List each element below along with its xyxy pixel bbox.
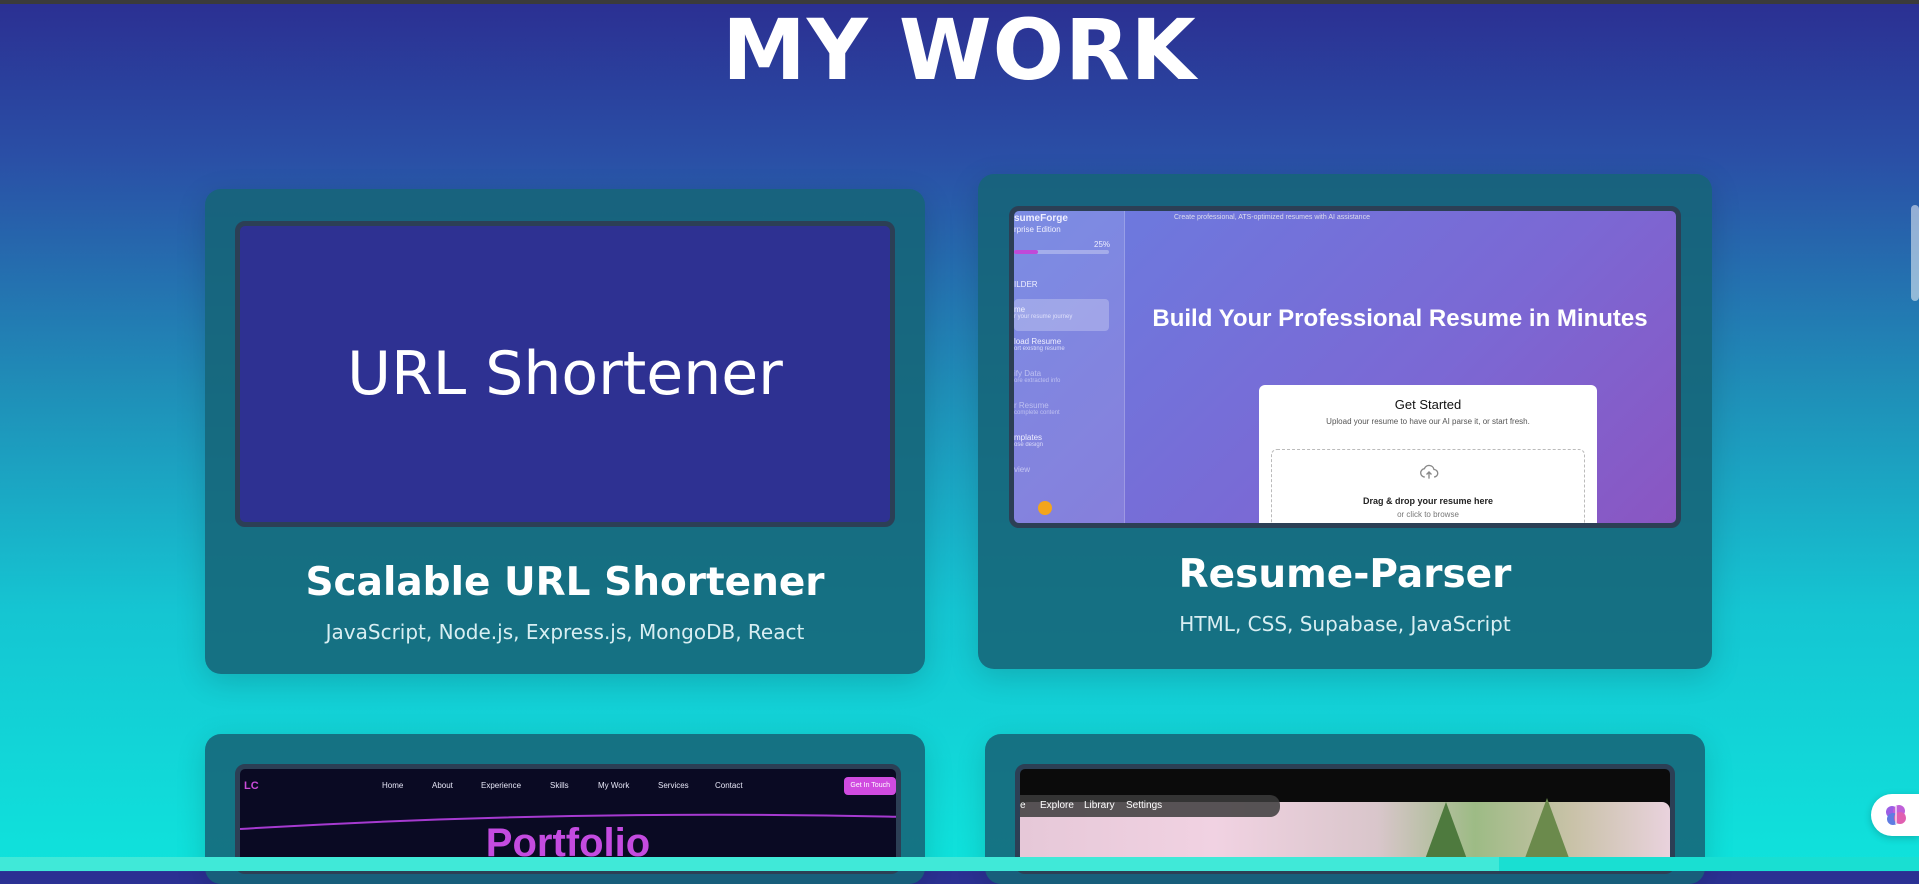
preview-card-title: Get Started — [1394, 397, 1462, 412]
preview-edition: rprise Edition — [1014, 225, 1061, 234]
preview-card-subtitle: Upload your resume to have our AI parse … — [1326, 417, 1530, 426]
preview-drop-sub: or click to browse — [1397, 510, 1459, 519]
brain-icon — [1886, 805, 1906, 825]
preview-app-name: sumeForge — [1014, 213, 1068, 224]
upload-cloud-icon — [1420, 464, 1439, 479]
preview-sidebar-item: r Resume complete content — [1014, 401, 1060, 416]
bottom-progress-bar — [0, 857, 1919, 871]
preview-nav-services: Services — [658, 781, 689, 790]
preview-progress-label: 25% — [1094, 240, 1111, 249]
section-title: MY WORK — [722, 1, 1197, 99]
project-tech-stack: HTML, CSS, Supabase, JavaScript — [1179, 612, 1511, 636]
preview-nav-skills: Skills — [550, 781, 569, 790]
project-card-url-shortener[interactable]: URL Shortener Scalable URL Shortener Jav… — [205, 189, 925, 674]
preview-sidebar-item: view — [1014, 465, 1031, 474]
preview-nav-mywork: My Work — [598, 781, 630, 790]
preview-nav-contact: Contact — [715, 781, 743, 790]
preview-sidebar: sumeForge rprise Edition 25% ILDER me r … — [1014, 211, 1125, 523]
project-thumbnail[interactable]: sumeForge rprise Edition 25% ILDER me r … — [1009, 206, 1681, 528]
tree-shape — [1424, 802, 1468, 862]
preview-nav-settings: Settings — [1126, 800, 1163, 811]
project-tech-stack: JavaScript, Node.js, Express.js, MongoDB… — [325, 620, 805, 644]
chat-bubble-icon — [1038, 501, 1052, 515]
scrollbar-thumb[interactable] — [1911, 205, 1919, 301]
thumbnail-text: URL Shortener — [347, 339, 783, 409]
preview-nav-library: Library — [1084, 800, 1115, 811]
preview-drop-title: Drag & drop your resume here — [1362, 496, 1494, 506]
preview-tagline: Create professional, ATS-optimized resum… — [1174, 214, 1370, 221]
preview-section-label: ILDER — [1014, 280, 1038, 289]
preview-sidebar-item: load Resume ort existing resume — [1014, 337, 1065, 352]
project-thumbnail[interactable]: URL Shortener — [235, 221, 895, 527]
preview-sidebar-item: me r your resume journey — [1014, 299, 1109, 331]
preview-nav-experience: Experience — [481, 781, 522, 790]
preview-headline: Build Your Professional Resume in Minute… — [1152, 305, 1648, 332]
preview-get-started-card: Get Started Upload your resume to have o… — [1259, 385, 1597, 523]
preview-nav-home: Home — [382, 781, 404, 790]
preview-progress-bar — [1014, 250, 1109, 254]
tree-shape — [1525, 798, 1569, 858]
preview-cta-button: Get In Touch — [844, 777, 896, 795]
preview-nav-home: e — [1020, 800, 1026, 811]
preview-nav-explore: Explore — [1040, 800, 1074, 811]
preview-dropzone: Drag & drop your resume here or click to… — [1271, 449, 1585, 523]
preview-nav: e Explore Library Settings — [1020, 795, 1280, 817]
assistant-button[interactable] — [1871, 794, 1919, 836]
preview-sidebar-item: ify Data ore extracted info — [1014, 369, 1061, 384]
preview-logo: LC — [244, 780, 259, 792]
project-title: Scalable URL Shortener — [305, 560, 825, 605]
preview-sidebar-item: mplates ose design — [1014, 433, 1044, 448]
project-card-resume-parser[interactable]: sumeForge rprise Edition 25% ILDER me r … — [978, 174, 1712, 669]
project-title: Resume-Parser — [1178, 552, 1512, 597]
preview-nav-about: About — [432, 781, 453, 790]
